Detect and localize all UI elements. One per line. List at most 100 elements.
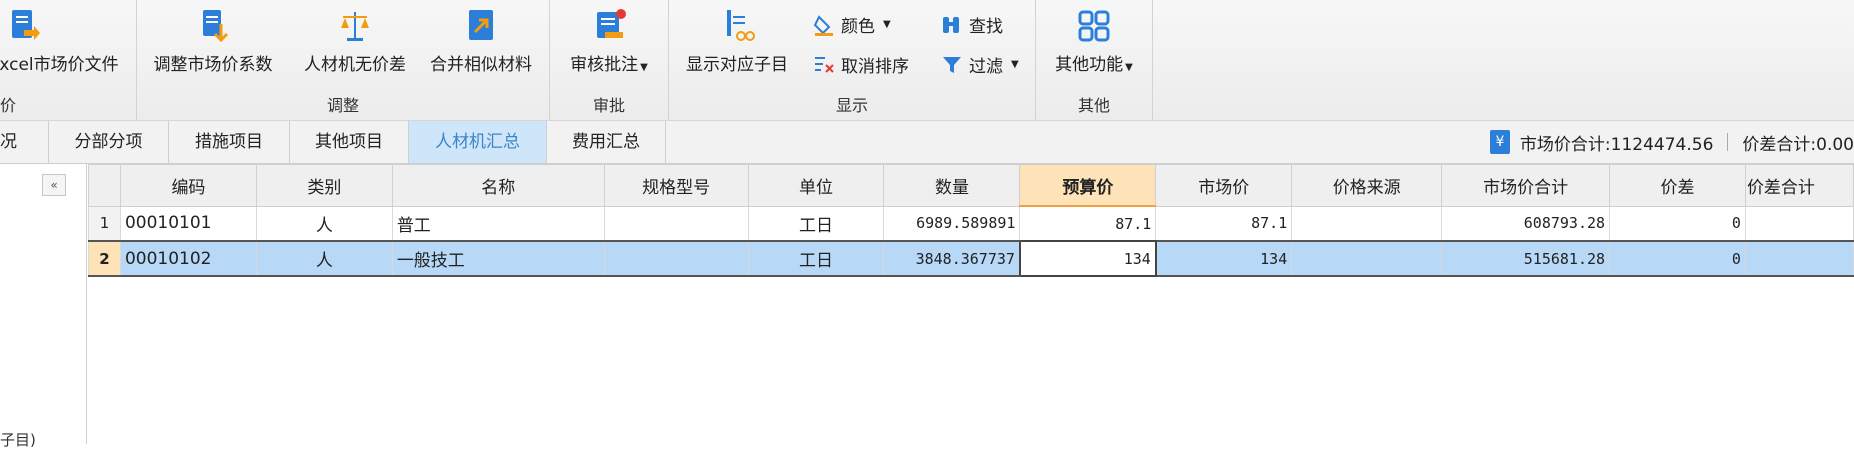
ribbon-group-display: 显示对应子目 颜色 ▼ 查找 取消排序 过滤 ▼ 显示 bbox=[669, 0, 1036, 120]
row-number[interactable]: 2 bbox=[88, 240, 121, 277]
totals-bar: ¥ 市场价合计:1124474.56 价差合计:0.00 bbox=[1489, 121, 1854, 163]
excel-import-icon bbox=[12, 10, 40, 40]
show-child-icon bbox=[727, 10, 755, 41]
header-price-diff[interactable]: 价差 bbox=[1609, 164, 1746, 207]
yen-icon: ¥ bbox=[1489, 130, 1510, 154]
tab-labor-material-summary[interactable]: 人材机汇总 bbox=[409, 121, 547, 163]
import-excel-button[interactable]: xcel市场价文件 bbox=[0, 6, 124, 75]
adjust-coef-label: 调整市场价系数 bbox=[153, 55, 273, 75]
header-corner[interactable] bbox=[88, 164, 121, 207]
review-annotate-label: 审核批注 ▼ bbox=[570, 55, 648, 75]
group-title-adjust: 调整 bbox=[326, 96, 359, 115]
cell-spec[interactable] bbox=[603, 240, 749, 277]
header-budget-price[interactable]: 预算价 bbox=[1019, 164, 1157, 207]
cell-price-source[interactable] bbox=[1291, 240, 1443, 277]
header-name[interactable]: 名称 bbox=[391, 164, 605, 207]
cancel-sort-button[interactable]: 取消排序 bbox=[813, 52, 909, 77]
left-tree-panel: « 子目) bbox=[0, 164, 87, 449]
filter-dropdown-caret: ▼ bbox=[1011, 59, 1019, 70]
review-note-icon bbox=[597, 9, 626, 38]
merge-similar-label: 合并相似材料 bbox=[430, 55, 532, 75]
import-excel-label: xcel市场价文件 bbox=[0, 55, 119, 75]
cancel-sort-label: 取消排序 bbox=[841, 57, 909, 77]
table-row-selected[interactable]: 2 00010102 人 一般技工 工日 3848.367737 134 134… bbox=[88, 240, 1854, 277]
tab-overview[interactable]: 况 bbox=[0, 121, 49, 163]
cancel-sort-icon bbox=[815, 56, 834, 73]
cell-market-price[interactable]: 134 bbox=[1155, 240, 1293, 277]
header-code[interactable]: 编码 bbox=[119, 164, 257, 207]
cell-market-price[interactable]: 87.1 bbox=[1155, 205, 1293, 242]
tab-sub-items[interactable]: 分部分项 bbox=[49, 121, 169, 163]
cell-code[interactable]: 00010101 bbox=[119, 205, 257, 242]
ribbon-group-adjust: 调整市场价系数 人材机无价差 合并相似材料 调整 bbox=[137, 0, 550, 120]
cell-spec[interactable] bbox=[603, 205, 749, 242]
tab-other-items[interactable]: 其他项目 bbox=[290, 121, 409, 163]
filter-label: 过滤 bbox=[969, 57, 1003, 77]
header-market-price[interactable]: 市场价 bbox=[1155, 164, 1293, 207]
binoculars-icon bbox=[943, 16, 959, 33]
cell-price-diff[interactable]: 0 bbox=[1609, 240, 1746, 277]
review-annotate-button[interactable]: 审核批注 ▼ bbox=[556, 6, 662, 75]
find-label: 查找 bbox=[969, 17, 1003, 37]
header-type[interactable]: 类别 bbox=[255, 164, 393, 207]
other-functions-button[interactable]: 其他功能 ▼ bbox=[1042, 6, 1146, 75]
summary-table: 编码 类别 名称 规格型号 单位 数量 预算价 市场价 价格来源 市场价合计 价… bbox=[88, 164, 1854, 277]
tab-cost-summary[interactable]: 费用汇总 bbox=[547, 121, 666, 163]
collapse-panel-button[interactable]: « bbox=[42, 174, 66, 196]
header-quantity[interactable]: 数量 bbox=[883, 164, 1021, 207]
header-diff-total[interactable]: 价差合计 bbox=[1744, 164, 1854, 207]
cell-code[interactable]: 00010102 bbox=[119, 240, 257, 277]
group-title-display: 显示 bbox=[835, 96, 868, 115]
labor-material-grid: 编码 类别 名称 规格型号 单位 数量 预算价 市场价 价格来源 市场价合计 价… bbox=[88, 164, 1854, 444]
group-title-review: 审批 bbox=[592, 96, 625, 115]
show-child-button[interactable]: 显示对应子目 bbox=[681, 6, 793, 75]
header-unit[interactable]: 单位 bbox=[747, 164, 885, 207]
cell-type[interactable]: 人 bbox=[255, 205, 393, 242]
cell-budget-price-active[interactable]: 134 bbox=[1018, 240, 1157, 277]
cell-quantity[interactable]: 6989.589891 bbox=[883, 205, 1021, 242]
cell-type[interactable]: 人 bbox=[255, 240, 393, 277]
cell-diff-total[interactable] bbox=[1744, 240, 1854, 277]
adjust-coefficient-icon bbox=[203, 10, 229, 43]
row-number[interactable]: 1 bbox=[88, 205, 121, 242]
cell-unit[interactable]: 工日 bbox=[747, 240, 885, 277]
filter-button[interactable]: 过滤 ▼ bbox=[941, 52, 1019, 77]
ribbon-group-review: 审核批注 ▼ 审批 bbox=[550, 0, 669, 120]
merge-similar-button[interactable]: 合并相似材料 bbox=[425, 6, 537, 75]
show-child-label: 显示对应子目 bbox=[686, 55, 788, 75]
header-price-source[interactable]: 价格来源 bbox=[1291, 164, 1443, 207]
diff-total-text: 价差合计:0.00 bbox=[1742, 134, 1854, 155]
find-button[interactable]: 查找 bbox=[941, 12, 1003, 37]
cell-diff-total[interactable] bbox=[1744, 205, 1854, 242]
ribbon-group-price: xcel市场价文件 价 bbox=[0, 0, 137, 120]
table-row[interactable]: 1 00010101 人 普工 工日 6989.589891 87.1 87.1… bbox=[88, 205, 1854, 242]
cell-unit[interactable]: 工日 bbox=[747, 205, 885, 242]
totals-divider bbox=[1727, 133, 1729, 151]
ribbon-group-other: 其他功能 ▼ 其他 bbox=[1036, 0, 1153, 120]
cell-quantity[interactable]: 3848.367737 bbox=[883, 240, 1021, 277]
grid-apps-icon bbox=[1078, 10, 1110, 42]
group-title-other: 其他 bbox=[1077, 96, 1110, 115]
header-market-total[interactable]: 市场价合计 bbox=[1441, 164, 1611, 207]
paint-bucket-icon bbox=[813, 14, 833, 36]
filter-funnel-icon bbox=[943, 56, 961, 73]
header-spec[interactable]: 规格型号 bbox=[603, 164, 749, 207]
color-button[interactable]: 颜色 ▼ bbox=[813, 12, 891, 37]
cell-market-total[interactable]: 515681.28 bbox=[1441, 240, 1611, 277]
cell-market-total[interactable]: 608793.28 bbox=[1441, 205, 1611, 242]
adjust-coef-button[interactable]: 调整市场价系数 bbox=[153, 6, 273, 75]
module-tab-bar: 况 分部分项 措施项目 其他项目 人材机汇总 费用汇总 ¥ 市场价合计:1124… bbox=[0, 121, 1854, 164]
cell-name[interactable]: 一般技工 bbox=[391, 240, 605, 277]
other-functions-label: 其他功能 ▼ bbox=[1055, 55, 1133, 75]
tab-measures[interactable]: 措施项目 bbox=[169, 121, 290, 163]
color-dropdown-caret: ▼ bbox=[883, 19, 891, 30]
table-header-row: 编码 类别 名称 规格型号 单位 数量 预算价 市场价 价格来源 市场价合计 价… bbox=[88, 164, 1854, 207]
no-price-diff-label: 人材机无价差 bbox=[304, 55, 406, 75]
cell-price-source[interactable] bbox=[1291, 205, 1443, 242]
ribbon-toolbar: xcel市场价文件 价 调整市场价系数 人材机无价差 合并相似材料 调整 审核批… bbox=[0, 0, 1854, 121]
no-price-diff-button[interactable]: 人材机无价差 bbox=[295, 6, 415, 75]
cell-name[interactable]: 普工 bbox=[391, 205, 605, 242]
group-title-price: 价 bbox=[0, 96, 17, 115]
cell-budget-price[interactable]: 87.1 bbox=[1019, 205, 1157, 242]
cell-price-diff[interactable]: 0 bbox=[1609, 205, 1746, 242]
